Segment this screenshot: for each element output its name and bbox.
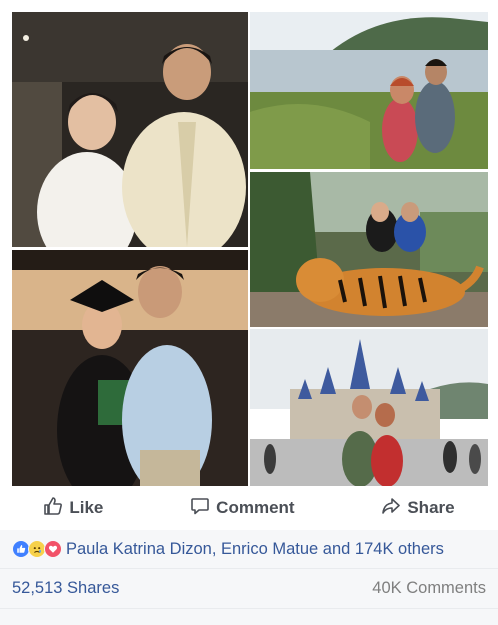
comments-count-link[interactable]: 40K Comments: [372, 579, 486, 598]
post-stats: 52,513 Shares 40K Comments: [0, 568, 498, 608]
share-label: Share: [407, 498, 455, 517]
like-label: Like: [69, 498, 104, 517]
photo-beach-couple[interactable]: [250, 12, 488, 169]
view-more-comments-strip: [0, 608, 498, 625]
shares-count-link[interactable]: 52,513 Shares: [12, 579, 119, 598]
photo-disneyland-castle[interactable]: [250, 329, 488, 486]
comment-button[interactable]: Comment: [174, 490, 310, 527]
share-arrow-icon: [381, 496, 401, 521]
love-icon: [44, 540, 62, 558]
thumbs-up-icon: [43, 496, 63, 521]
comment-label: Comment: [216, 498, 295, 517]
photo-prom-couple[interactable]: [12, 12, 248, 247]
share-button[interactable]: Share: [365, 490, 470, 527]
comment-icon: [190, 496, 210, 521]
post-action-bar: Like Comment Share: [0, 486, 498, 531]
photo-graduation[interactable]: [12, 250, 248, 486]
photo-tiger[interactable]: [250, 172, 488, 327]
reactions-summary[interactable]: Paula Katrina Dizon, Enrico Matue and 17…: [0, 530, 498, 568]
like-button[interactable]: Like: [27, 490, 119, 527]
reactors-link[interactable]: Paula Katrina Dizon, Enrico Matue and 17…: [66, 540, 444, 559]
